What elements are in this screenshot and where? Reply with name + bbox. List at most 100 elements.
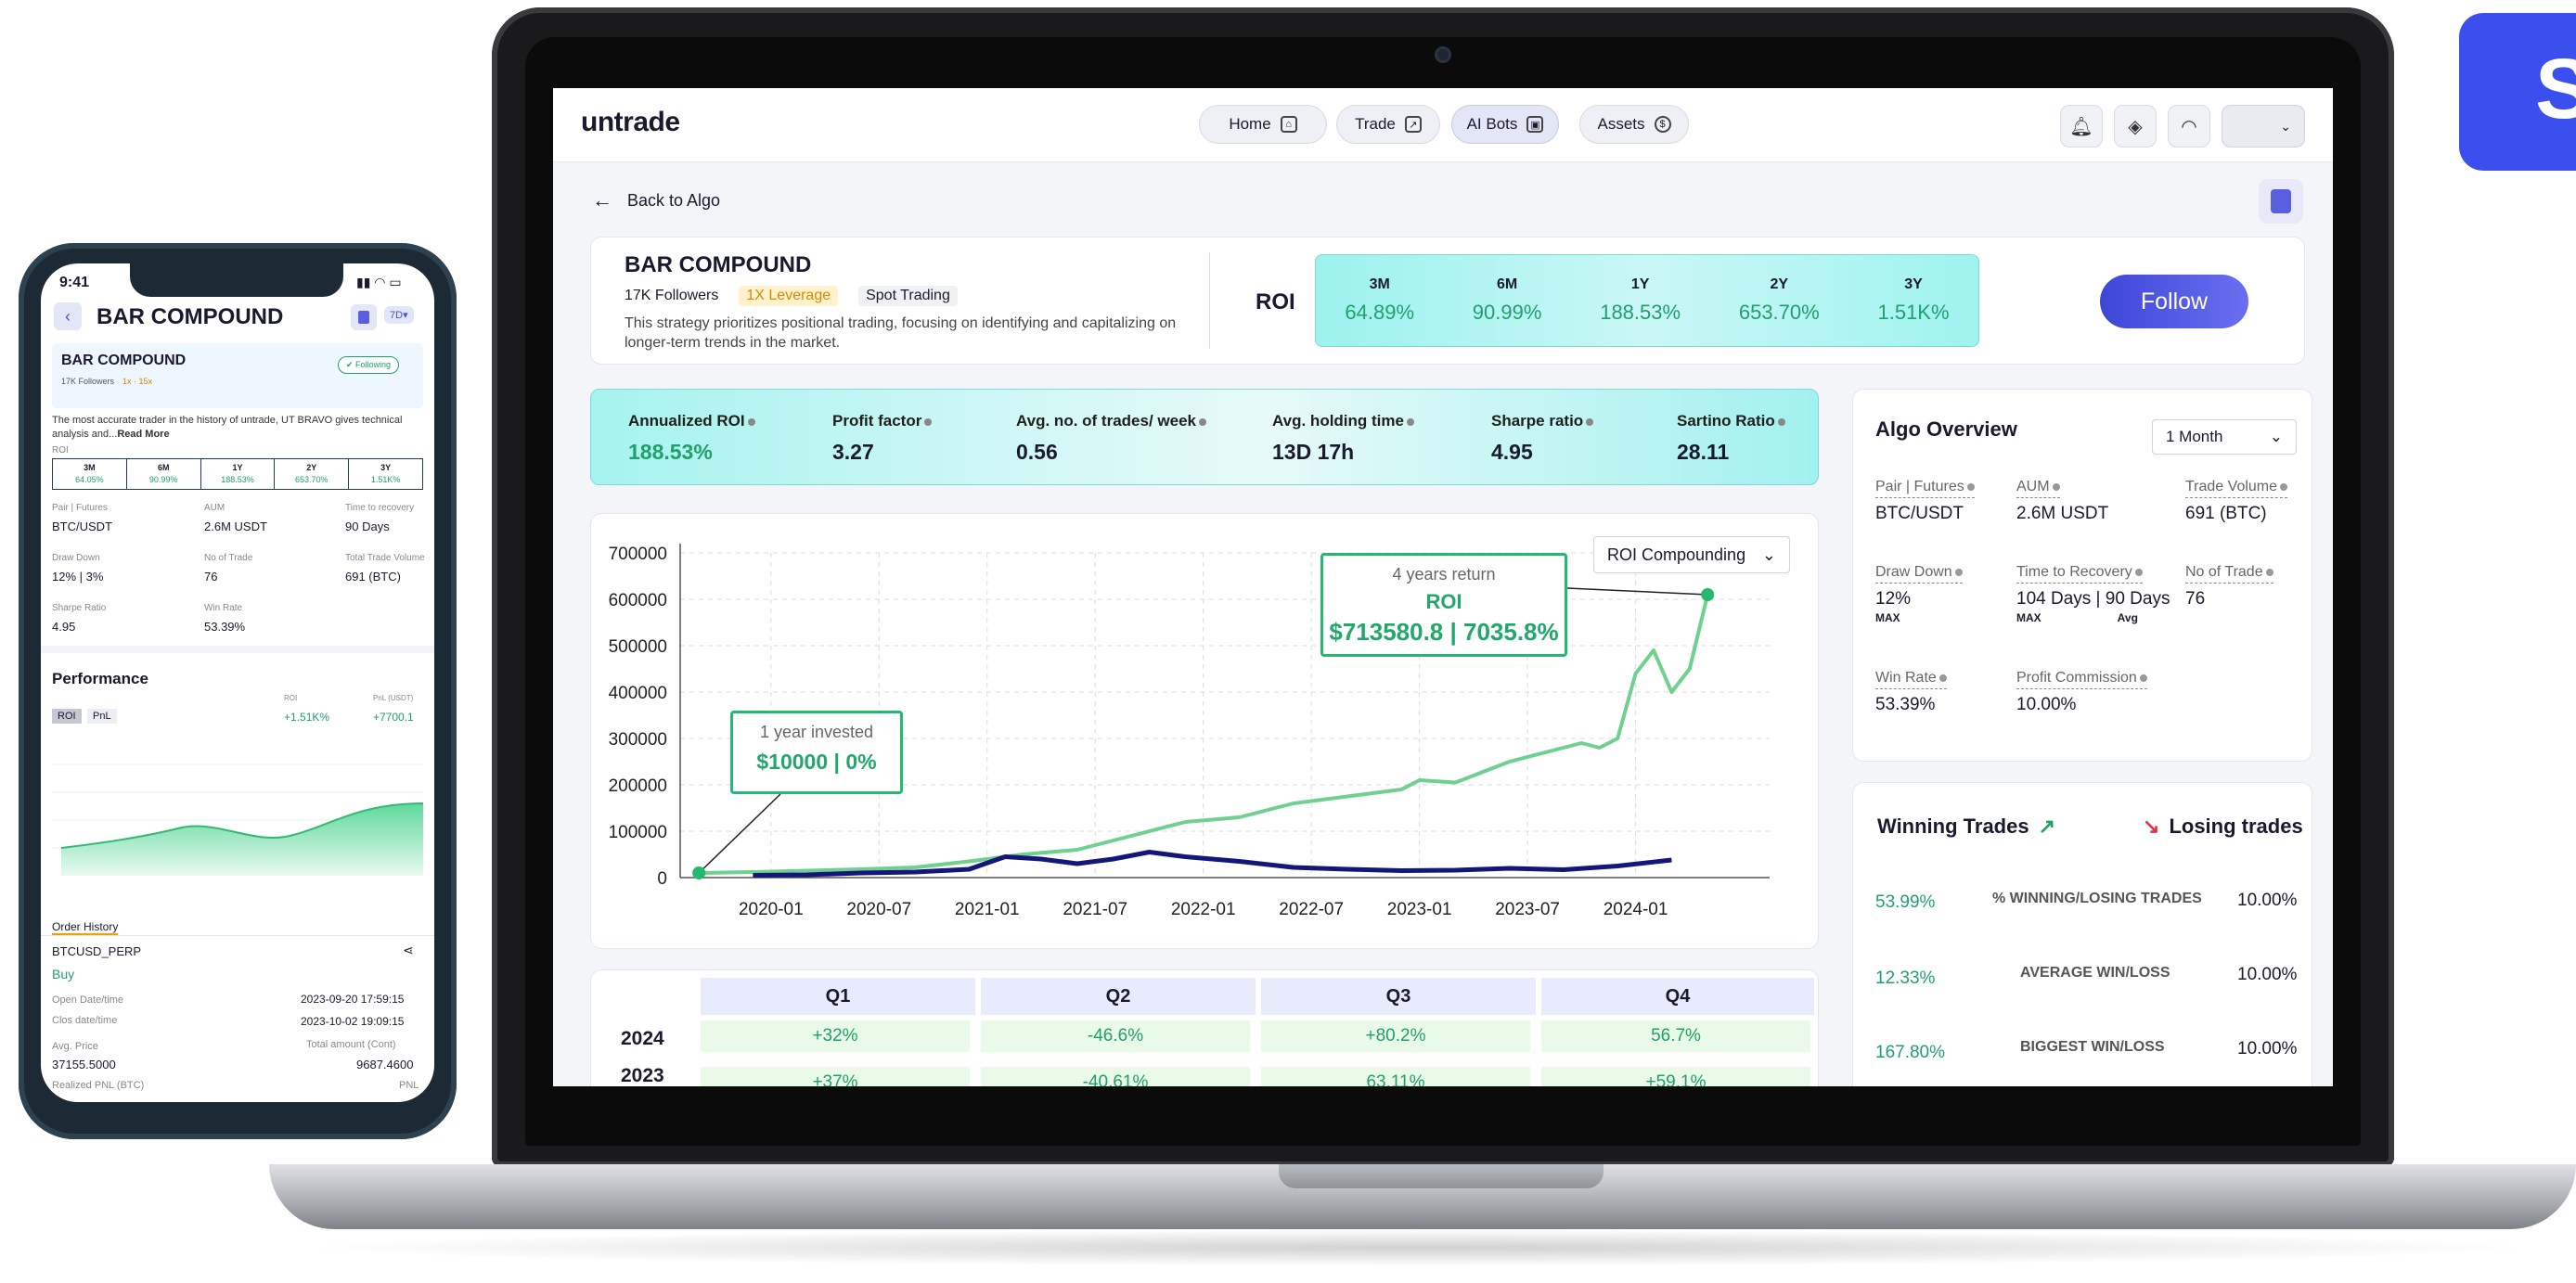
divider bbox=[41, 935, 434, 936]
y-tick-label: 100000 bbox=[609, 823, 667, 842]
nav-trade[interactable]: Trade ↗ bbox=[1336, 105, 1440, 144]
quarter-cell: 63.11% bbox=[1261, 1067, 1530, 1086]
trend-down-icon: ↘ bbox=[2143, 815, 2160, 838]
winloss-label: % WINNING/LOSING TRADES bbox=[1992, 891, 2202, 906]
year-label: 2023 bbox=[621, 1065, 664, 1086]
winloss-right: 10.00% bbox=[2237, 965, 2298, 984]
feed-icon[interactable]: ◠ bbox=[2168, 105, 2210, 148]
shield-icon[interactable]: ◈ bbox=[2114, 105, 2157, 148]
phone-perf-pnl-value: +7700.1 bbox=[373, 711, 414, 724]
nav-ai-bots[interactable]: AI Bots ▣ bbox=[1451, 105, 1559, 144]
quarter-cell: +80.2% bbox=[1261, 1020, 1530, 1052]
phone-symbol: BTCUSD_PERP bbox=[52, 944, 142, 958]
phone-close-value: 2023-10-02 19:09:15 bbox=[301, 1015, 405, 1028]
chart-mode-select[interactable]: ROI Compounding ⌄ bbox=[1593, 536, 1790, 573]
phone-period-select[interactable]: 7D▾ bbox=[384, 306, 414, 324]
callout-end-title: 4 years return bbox=[1392, 565, 1496, 584]
phone-info-label: Pair | Futures bbox=[52, 503, 108, 513]
overview-pair: Pair | Futures BTC/USDT bbox=[1875, 479, 1975, 524]
phone-time: 9:41 bbox=[59, 275, 90, 290]
logo[interactable]: untrade bbox=[581, 107, 680, 138]
read-more-link[interactable]: Read More bbox=[117, 429, 169, 440]
trend-up-icon: ↗ bbox=[2038, 815, 2056, 838]
losing-trades-header: ↘ Losing trades bbox=[2143, 815, 2303, 838]
phone-info-value: 2.6M USDT bbox=[204, 520, 267, 533]
phone-calculator-icon[interactable] bbox=[351, 304, 377, 330]
end-point-marker bbox=[1701, 588, 1715, 601]
quarter-cell: -40.61% bbox=[981, 1067, 1250, 1086]
quarter-cell: -46.6% bbox=[981, 1020, 1250, 1052]
phone-tab-roi[interactable]: ROI bbox=[52, 709, 82, 724]
overview-trade-volume: Trade Volume 691 (BTC) bbox=[2185, 479, 2288, 524]
x-tick-label: 2024-01 bbox=[1604, 900, 1668, 919]
roi-1y: 1Y 188.53% bbox=[1600, 276, 1681, 324]
y-tick-label: 700000 bbox=[609, 545, 667, 564]
overview-title: Algo Overview bbox=[1875, 417, 2017, 441]
winloss-label: BIGGEST WIN/LOSS bbox=[2020, 1039, 2165, 1055]
calculator-button[interactable] bbox=[2259, 179, 2303, 224]
nav-home[interactable]: Home ⌂ bbox=[1199, 105, 1327, 144]
phone-info-value: BTC/USDT bbox=[52, 520, 112, 533]
chevron-down-icon: ⌄ bbox=[2280, 118, 2291, 134]
quarter-header: Q2 bbox=[981, 978, 1256, 1015]
phone-info-value: 12% | 3% bbox=[52, 570, 104, 584]
phone-back-button[interactable]: ‹ bbox=[54, 302, 82, 330]
phone-roi-2y: 2Y 653.70% bbox=[275, 459, 350, 489]
overview-drawdown: Draw Down 12% MAX bbox=[1875, 564, 1963, 624]
phone-perf-pnl-label: PnL (USDT) bbox=[373, 694, 414, 702]
phone-following-badge[interactable]: ✔ Following bbox=[338, 356, 400, 374]
bell-icon[interactable]: 🔔︎ bbox=[2060, 105, 2103, 148]
stat-annualized-roi: Annualized ROI 188.53% bbox=[628, 412, 755, 465]
quarter-header: Q1 bbox=[701, 978, 975, 1015]
quarter-cell: +37% bbox=[701, 1067, 970, 1086]
corner-tile: S bbox=[2459, 13, 2576, 171]
share-icon[interactable]: ⋖ bbox=[403, 943, 414, 958]
phone-screen: 9:41 ▮▮ ◠ ▭ ‹ BAR COMPOUND 7D▾ BAR COMPO… bbox=[41, 263, 434, 1102]
home-icon: ⌂ bbox=[1280, 116, 1297, 133]
end-leader-line bbox=[1566, 587, 1708, 596]
roi-chart-card: 700000 600000 500000 400000 300000 200000 1000… bbox=[590, 513, 1819, 949]
back-link[interactable]: ← Back to Algo bbox=[592, 188, 720, 212]
y-tick-label: 400000 bbox=[609, 684, 667, 703]
overview-period-value: 1 Month bbox=[2166, 428, 2223, 445]
phone-info-value: 691 (BTC) bbox=[345, 570, 401, 584]
followers-count: 17K Followers bbox=[625, 288, 719, 303]
corner-tile-letter: S bbox=[2535, 42, 2576, 136]
phone-info-label: Time to recovery bbox=[345, 503, 415, 513]
phone-roi-row: 3M 64.05% 6M 90.99% 1Y 188.53% 2Y 653.70% 3Y… bbox=[52, 458, 423, 490]
x-tick-label: 2020-01 bbox=[739, 900, 804, 919]
phone-info-label: Win Rate bbox=[204, 603, 243, 613]
phone-open-label: Open Date/time bbox=[52, 994, 124, 1006]
callout-start-value: $10000 | 0% bbox=[756, 750, 877, 774]
phone-roi-3y: 3Y 1.51K% bbox=[370, 463, 401, 484]
chevron-down-icon: ⌄ bbox=[1761, 545, 1776, 564]
phone-order-history-tab[interactable]: Order History bbox=[52, 920, 119, 935]
start-leader-line bbox=[698, 793, 781, 874]
arrow-left-icon: ← bbox=[592, 188, 612, 212]
phone-side: Buy bbox=[52, 967, 75, 981]
winloss-right: 10.00% bbox=[2237, 891, 2298, 910]
follow-button[interactable]: Follow bbox=[2100, 275, 2248, 328]
algo-meta: 17K Followers 1X Leverage Spot Trading bbox=[625, 286, 958, 306]
profile-menu[interactable]: ⌄ bbox=[2222, 105, 2305, 148]
phone-notch bbox=[130, 263, 343, 297]
year-label: 2024 bbox=[621, 1028, 664, 1049]
algo-name: BAR COMPOUND bbox=[625, 252, 812, 277]
phone-avg-price-value: 37155.5000 bbox=[52, 1058, 116, 1071]
quarterly-returns-card: Q1 Q2 Q3 Q4 2024 +32% -46.6% +80.2% 56.7… bbox=[590, 969, 1819, 1086]
overview-period-select[interactable]: 1 Month ⌄ bbox=[2152, 419, 2297, 455]
nav-assets[interactable]: Assets $ bbox=[1579, 105, 1689, 144]
nav-assets-label: Assets bbox=[1597, 115, 1645, 133]
winloss-label: AVERAGE WIN/LOSS bbox=[2020, 965, 2170, 981]
overview-profit-commission: Profit Commission 10.00% bbox=[2016, 670, 2147, 715]
phone-perf-roi-value: +1.51K% bbox=[284, 711, 330, 724]
winloss-right: 10.00% bbox=[2237, 1039, 2298, 1058]
phone-tab-pnl[interactable]: PnL bbox=[87, 709, 117, 724]
roi-3m: 3M 64.89% bbox=[1345, 276, 1415, 324]
phone-info-value: 53.39% bbox=[204, 620, 246, 634]
stat-profit-factor: Profit factor 3.27 bbox=[832, 412, 932, 465]
y-tick-label: 300000 bbox=[609, 730, 667, 750]
divider bbox=[1209, 252, 1210, 349]
phone-info-label: No of Trade bbox=[204, 553, 253, 563]
phone-card-name: BAR COMPOUND bbox=[61, 353, 187, 368]
